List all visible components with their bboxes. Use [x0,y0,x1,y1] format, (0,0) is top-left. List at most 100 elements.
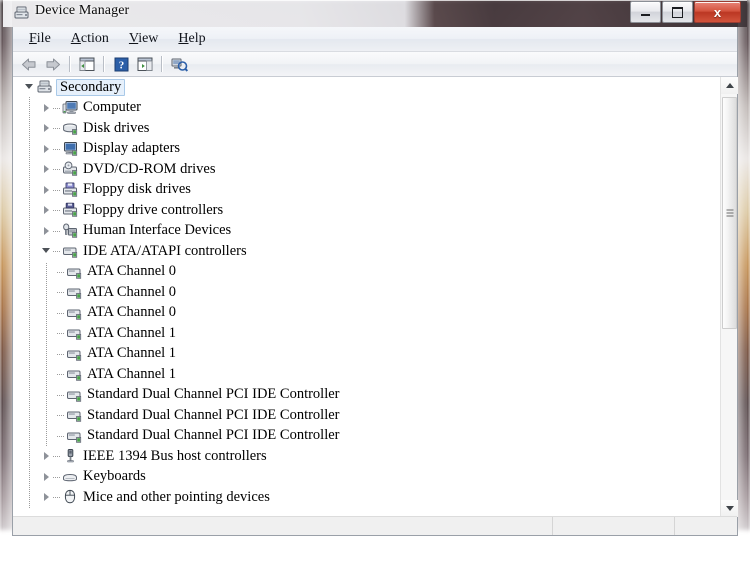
expand-arrow-icon[interactable] [40,221,53,241]
back-button[interactable] [18,54,40,75]
tree-item[interactable]: Keyboards [13,467,720,488]
minimize-icon [631,2,660,22]
ieee1394-icon [62,448,79,464]
tree-item[interactable]: ATA Channel 0 [13,303,720,324]
tree-item[interactable]: Disk drives [13,118,720,139]
svg-text:?: ? [118,59,124,71]
tree-item[interactable]: ATA Channel 0 [13,282,720,303]
tree-item[interactable]: Standard Dual Channel PCI IDE Controller [13,385,720,406]
expand-arrow-icon[interactable] [40,487,53,507]
tree-item-label: IDE ATA/ATAPI controllers [83,242,247,259]
show-hide-console-tree-button[interactable] [76,54,98,75]
tree-item[interactable]: ATA Channel 1 [13,323,720,344]
tree-item-label: DVD/CD-ROM drives [83,160,216,177]
display-adapter-icon [62,141,79,157]
tree-item-label: Floppy drive controllers [83,201,224,218]
tree-item-label: Disk drives [83,119,150,136]
close-icon: x [713,4,722,20]
expand-arrow-icon[interactable] [40,446,53,466]
minimize-button[interactable] [630,1,661,23]
tree-item-label: ATA Channel 1 [87,365,177,382]
tree-item[interactable]: Floppy disk drives [13,180,720,201]
scan-for-hardware-changes-button[interactable] [168,54,190,75]
toolbar-separator-3 [161,56,163,72]
tree-item[interactable]: Mice and other pointing devices [13,487,720,508]
scroll-down-arrow[interactable] [721,500,738,517]
scroll-thumb[interactable] [722,97,737,329]
maximize-button[interactable] [662,1,693,23]
forward-button[interactable] [42,54,64,75]
status-bar [13,516,737,535]
tree-item[interactable]: Computer [13,98,720,119]
tree-root-item[interactable]: Secondary [13,77,720,98]
scroll-up-arrow[interactable] [721,77,738,94]
help-icon: ? [114,57,128,71]
tree-connector [53,241,62,261]
ata-channel-icon [66,366,83,382]
expand-arrow-icon[interactable] [40,139,53,159]
tree-item[interactable]: IEEE 1394 Bus host controllers [13,446,720,467]
ata-channel-icon [66,325,83,341]
ata-channel-icon [66,387,83,403]
menu-file-label: ile [36,31,51,46]
expand-arrow-icon[interactable] [40,200,53,220]
device-tree[interactable]: Secondary Computer Disk drives Display adap… [13,77,737,517]
scroll-down-icon [725,506,734,511]
tree-connector [57,405,66,425]
tree-item[interactable]: Standard Dual Channel PCI IDE Controller [13,405,720,426]
tree-connector [53,446,62,466]
properties-button[interactable] [134,54,156,75]
tree-item-label: ATA Channel 1 [87,345,177,361]
ata-channel-icon [66,428,83,444]
tree-item[interactable]: Display adapters [13,139,720,160]
collapse-arrow-icon[interactable] [40,241,53,261]
tree-item[interactable]: ATA Channel 0 [13,262,720,283]
menu-view-label: iew [138,31,159,46]
tree-item[interactable]: IDE ATA/ATAPI controllers [13,241,720,262]
tree-connector [57,303,66,323]
tree-connector [53,159,62,179]
tree-item[interactable]: ATA Channel 1 [13,344,720,365]
vertical-scrollbar[interactable] [720,77,738,517]
tree-item[interactable]: ATA Channel 1 [13,364,720,385]
tree-connector [53,487,62,507]
help-button[interactable]: ? [110,54,132,75]
keyboard-icon [62,469,79,485]
expand-arrow-icon[interactable] [40,118,53,138]
tree-item[interactable]: Floppy drive controllers [13,200,720,221]
tree-guide-level-1 [29,97,30,509]
tree-item[interactable]: Standard Dual Channel PCI IDE Controller [13,426,720,447]
menu-action[interactable]: Action [63,29,117,49]
floppy-disk-icon [62,182,79,198]
menu-view[interactable]: View [121,29,167,49]
dvd-drive-icon [62,161,79,177]
menu-help-label: elp [188,31,206,46]
tree-connector [57,282,66,302]
client-area: File Action View Help ? Secondary Comput… [12,27,738,536]
expand-arrow-icon[interactable] [40,180,53,200]
menu-help[interactable]: Help [170,29,213,49]
tree-connector [53,180,62,200]
close-button[interactable]: x [694,1,741,23]
toolbar-separator-2 [103,56,105,72]
ata-channel-icon [66,305,83,321]
ata-channel-icon [66,407,83,423]
tree-item[interactable]: Human Interface Devices [13,221,720,242]
expand-arrow-icon[interactable] [40,98,53,118]
expand-arrow-icon[interactable] [40,159,53,179]
collapse-arrow-icon[interactable] [23,77,36,97]
title-bar[interactable]: Device Manager x [3,0,747,27]
tree-item-label: Computer [83,99,141,115]
window-title: Device Manager [35,3,130,18]
tree-connector [57,364,66,384]
forward-icon [46,58,60,70]
tree-item-label: Standard Dual Channel PCI IDE Controller [87,386,340,402]
tree-guide-level-2 [46,262,47,447]
window-frame-bottom [3,536,747,547]
tree-item[interactable]: DVD/CD-ROM drives [13,159,720,180]
device-manager-window: Device Manager x File Action View Help ?… [3,0,747,547]
menu-file[interactable]: File [21,29,59,49]
device-tree-rows: Secondary Computer Disk drives Display adap… [13,77,720,517]
menu-bar: File Action View Help [13,27,737,52]
expand-arrow-icon[interactable] [40,467,53,487]
